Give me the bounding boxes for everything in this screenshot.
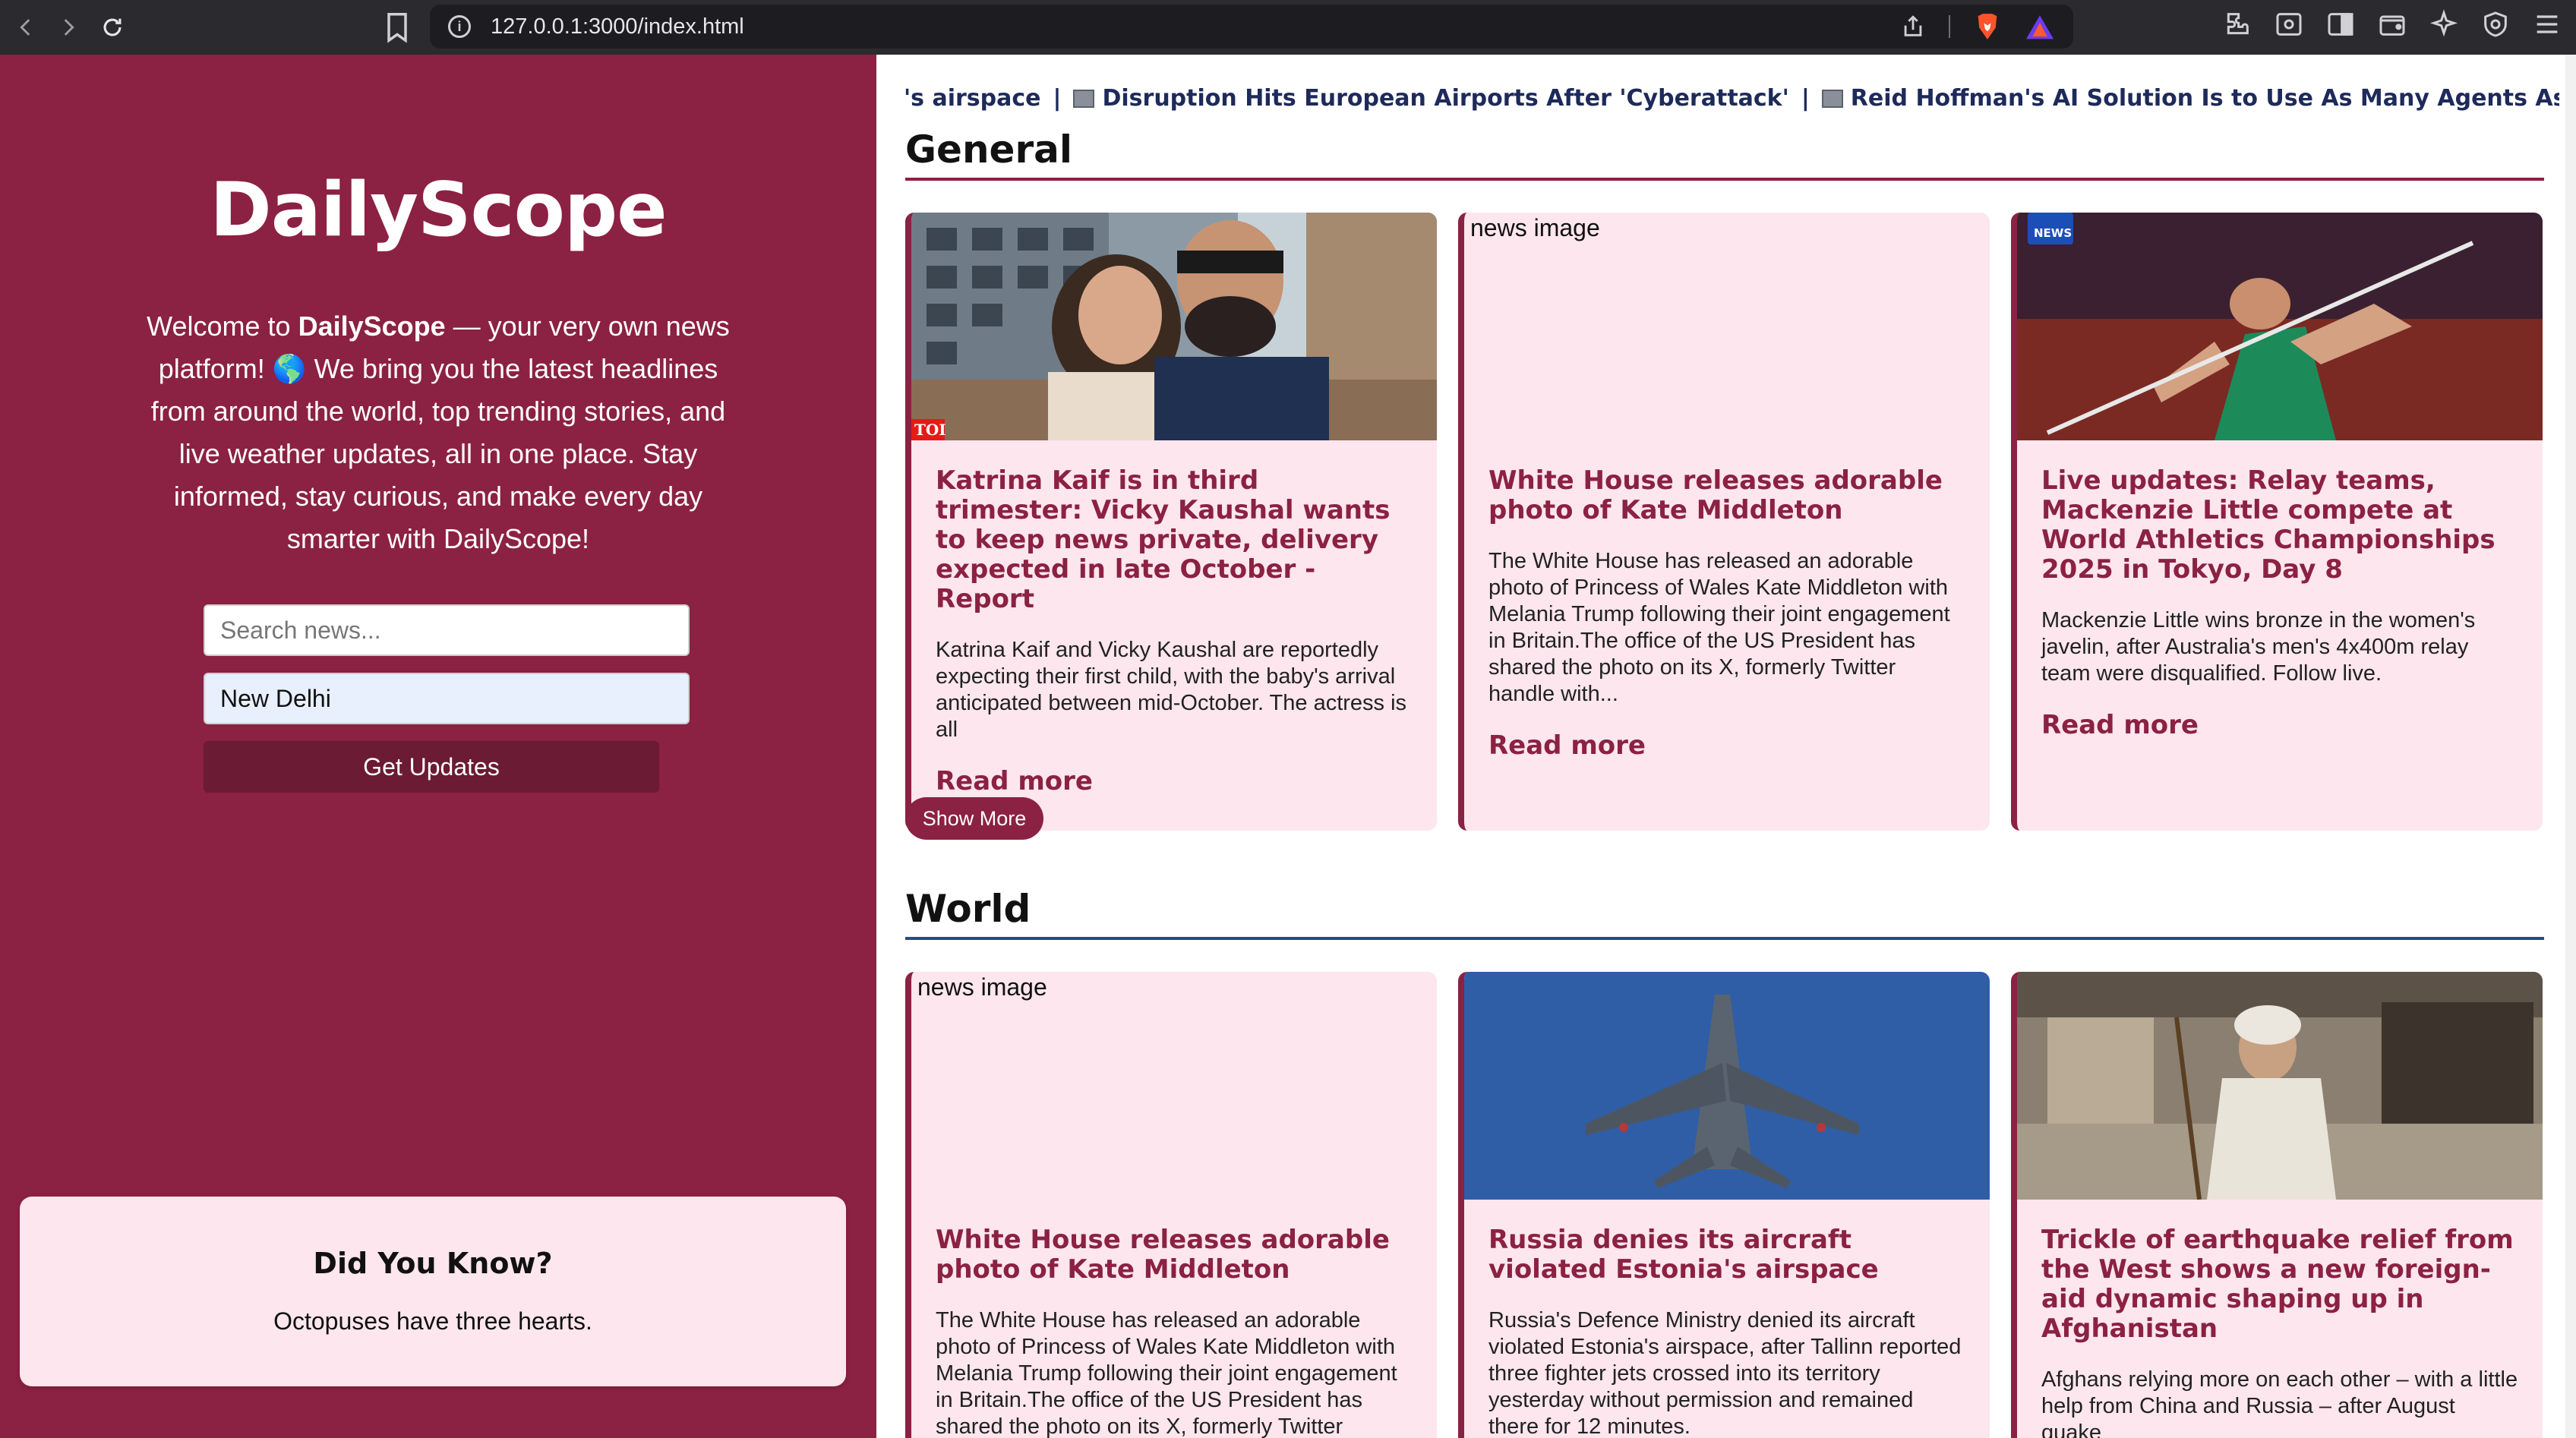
news-card-description: Russia's Defence Ministry denied its air… [1488,1308,1962,1438]
news-image[interactable]: NEWS [2017,213,2543,440]
bookmark-icon[interactable] [383,11,412,44]
read-more-link[interactable]: Read more [936,766,1413,796]
news-card-title[interactable]: Katrina Kaif is in third trimester: Vick… [936,466,1413,614]
news-card-title[interactable]: White House releases adorable photo of K… [936,1225,1413,1285]
did-you-know-card: Did You Know? Octopuses have three heart… [20,1197,846,1386]
read-more-link[interactable]: Read more [1488,730,1965,761]
news-photo-fighter-jet [1464,972,1990,1200]
forward-button[interactable] [47,6,90,49]
section-divider [905,937,2544,940]
sidebar: DailyScope Welcome to DailyScope — your … [0,55,876,1438]
city-input[interactable] [204,673,690,724]
back-button[interactable] [5,6,47,49]
news-card-description: Afghans relying more on each other – wit… [2041,1367,2518,1438]
ticker-item[interactable]: 's airspace [904,85,1041,112]
ticker-item[interactable]: Disruption Hits European Airports After … [1102,85,1788,112]
ai-sparkle-icon[interactable] [2429,9,2459,39]
news-card-title[interactable]: Trickle of earthquake relief from the We… [2041,1225,2518,1344]
source-badge: TOI [914,421,946,439]
show-more-button[interactable]: Show More [905,797,1043,840]
reload-icon [103,18,122,36]
menu-icon[interactable] [2532,9,2562,39]
section-title-general: General [905,128,1072,172]
news-card-title[interactable]: Russia denies its aircraft violated Esto… [1488,1225,1965,1285]
main-content: 's airspace | Disruption Hits European Air… [876,55,2576,1438]
news-card[interactable]: news image White House releases adorable… [905,972,1437,1438]
extension-toolbar [2222,9,2562,39]
news-image-broken[interactable]: news image [911,972,1437,1200]
ticker-separator: | [1801,85,1810,112]
welcome-prefix: Welcome to [147,311,298,342]
chevron-left-icon [20,19,30,36]
ticker-separator: | [1053,85,1062,112]
newspaper-icon [1821,90,1843,108]
brave-rewards-icon[interactable] [2025,13,2055,40]
did-you-know-fact: Octopuses have three hearts. [273,1307,592,1335]
extensions-icon[interactable] [2222,9,2252,39]
news-card-title[interactable]: Live updates: Relay teams, Mackenzie Lit… [2041,466,2518,585]
news-card[interactable]: Trickle of earthquake relief from the We… [2011,972,2543,1438]
broken-image-alt: news image [917,973,1047,1001]
news-image[interactable]: TOI [911,213,1437,440]
news-image[interactable] [2017,972,2543,1200]
brave-shields-icon[interactable] [1973,11,2002,42]
section-divider [905,178,2544,181]
scrollbar[interactable] [2565,55,2576,1438]
news-card-description: Mackenzie Little wins bronze in the wome… [2041,608,2476,686]
did-you-know-title: Did You Know? [313,1247,553,1280]
source-badge: NEWS [2034,226,2072,240]
search-input[interactable] [204,604,690,656]
newspaper-icon [1073,90,1095,108]
news-photo-javelin [2017,213,2543,440]
divider [1949,15,1950,38]
news-card[interactable]: TOI Katrina Kaif is in third trimester: … [905,213,1437,831]
reload-button[interactable] [91,6,134,49]
news-image[interactable] [1464,972,1990,1200]
sidebar-icon[interactable] [2325,9,2356,39]
broken-image-alt: news image [1470,214,1600,241]
chevron-right-icon [64,19,74,36]
brand-title: DailyScope [210,167,667,254]
browser-toolbar: i 127.0.0.1:3000/index.html [0,0,2576,55]
ticker-item[interactable]: Reid Hoffman's AI Solution Is to Use As … [1851,85,2559,112]
news-card[interactable]: Russia denies its aircraft violated Esto… [1458,972,1990,1438]
wallet-icon[interactable] [2377,9,2407,39]
read-more-link[interactable]: Read more [2041,710,2518,740]
news-card[interactable]: news image White House releases adorable… [1458,213,1990,831]
share-icon[interactable] [1900,14,1926,39]
news-card[interactable]: NEWS Live updates: Relay teams, Mackenzi… [2011,213,2543,831]
news-photo-afghan-man [2017,972,2543,1200]
get-updates-button[interactable]: Get Updates [204,741,659,793]
section-title-world: World [905,887,1031,931]
news-card-description: The White House has released an adorable… [1488,549,1950,706]
address-bar[interactable]: i 127.0.0.1:3000/index.html [430,5,2073,49]
news-image-broken[interactable]: news image [1464,213,1990,440]
news-photo-couple [911,213,1437,440]
vpn-shield-icon[interactable] [2480,9,2511,39]
screenshot-icon[interactable] [2274,9,2304,39]
welcome-rest: — your very own news platform! 🌎 We brin… [150,311,730,554]
news-card-title[interactable]: White House releases adorable photo of K… [1488,466,1965,525]
site-info-icon[interactable]: i [448,15,471,38]
news-ticker[interactable]: 's airspace | Disruption Hits European Air… [904,85,2559,123]
news-card-description: The White House has released an adorable… [936,1308,1397,1438]
url-text[interactable]: 127.0.0.1:3000/index.html [491,14,1900,39]
welcome-brand: DailyScope [298,311,446,342]
news-card-description: Katrina Kaif and Vicky Kaushal are repor… [936,638,1407,742]
welcome-text: Welcome to DailyScope — your very own ne… [137,305,740,560]
